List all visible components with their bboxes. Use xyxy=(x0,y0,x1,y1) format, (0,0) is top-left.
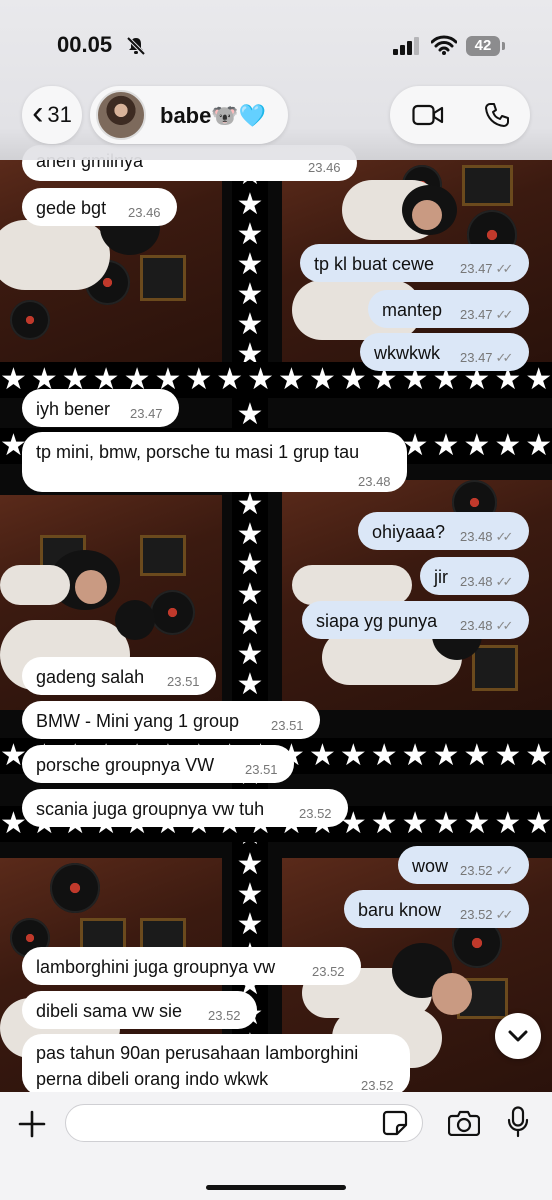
message-bubble-incoming[interactable]: pas tahun 90an perusahaan lamborghini pe… xyxy=(22,1034,410,1096)
read-receipt-icon: ✓✓ xyxy=(495,350,514,365)
message-time: 23.46 xyxy=(308,160,341,175)
message-bubble-outgoing[interactable]: wkwkwk 23.47 ✓✓ xyxy=(360,333,529,371)
message-text: gede bgt xyxy=(36,198,107,218)
unread-count: 31 xyxy=(47,102,72,127)
message-time: 23.52 xyxy=(460,907,493,922)
message-time: 23.52 xyxy=(208,1008,241,1023)
message-bubble-outgoing[interactable]: ohiyaaa? 23.48 ✓✓ xyxy=(358,512,529,550)
cellular-signal-icon xyxy=(393,37,419,55)
battery-indicator: 42 xyxy=(466,36,505,56)
read-receipt-icon: ✓✓ xyxy=(495,618,514,633)
message-time: 23.52 xyxy=(460,863,493,878)
message-time: 23.51 xyxy=(167,674,200,689)
message-input[interactable] xyxy=(65,1104,423,1142)
message-bubble-incoming[interactable]: porsche groupnya VW 23.51 xyxy=(22,745,294,783)
message-bubble-outgoing[interactable]: jir 23.48 ✓✓ xyxy=(420,557,529,595)
message-time: 23.47 xyxy=(460,350,493,365)
read-receipt-icon: ✓✓ xyxy=(495,907,514,922)
message-bubble-incoming[interactable]: tp mini, bmw, porsche tu masi 1 grup tau… xyxy=(22,432,407,492)
back-button[interactable]: ‹ 31 xyxy=(22,86,82,144)
message-text: ohiyaaa? xyxy=(372,522,446,542)
message-text: baru know xyxy=(358,900,442,920)
message-bubble-incoming[interactable]: scania juga groupnya vw tuh 23.52 xyxy=(22,789,348,827)
microphone-icon[interactable] xyxy=(507,1106,529,1138)
message-time: 23.48 xyxy=(460,618,493,633)
message-compose-bar xyxy=(0,1092,552,1200)
message-bubble-incoming[interactable]: gede bgt 23.46 xyxy=(22,188,177,226)
message-text: tp kl buat cewe xyxy=(314,254,435,274)
camera-icon[interactable] xyxy=(448,1110,480,1136)
message-time: 23.52 xyxy=(361,1078,394,1093)
wifi-icon xyxy=(431,35,457,55)
read-receipt-icon: ✓✓ xyxy=(495,574,514,589)
message-text: iyh bener xyxy=(36,399,111,419)
message-bubble-outgoing[interactable]: wow 23.52 ✓✓ xyxy=(398,846,529,884)
read-receipt-icon: ✓✓ xyxy=(495,261,514,276)
message-time: 23.52 xyxy=(299,806,332,821)
chat-header: 00.05 42 ‹ 31 babe🐨🩵 xyxy=(0,0,552,160)
message-text: pas tahun 90an perusahaan lamborghini pe… xyxy=(36,1043,359,1089)
read-receipt-icon: ✓✓ xyxy=(495,307,514,322)
sticker-icon[interactable] xyxy=(382,1110,408,1136)
message-bubble-incoming[interactable]: iyh bener 23.47 xyxy=(22,389,179,427)
message-text: jir xyxy=(434,567,448,587)
plus-icon[interactable] xyxy=(18,1110,46,1138)
message-time: 23.48 xyxy=(460,529,493,544)
contact-info-button[interactable]: babe🐨🩵 xyxy=(90,86,288,144)
message-time: 23.47 xyxy=(460,261,493,276)
message-text: tp mini, bmw, porsche tu masi 1 grup tau xyxy=(36,442,360,462)
phone-icon[interactable] xyxy=(484,102,510,128)
message-text: lamborghini juga groupnya vw xyxy=(36,957,276,977)
call-actions xyxy=(390,86,530,144)
read-receipt-icon: ✓✓ xyxy=(495,529,514,544)
avatar xyxy=(96,90,146,140)
message-time: 23.48 xyxy=(358,474,391,489)
message-time: 23.46 xyxy=(128,205,161,220)
message-bubble-incoming[interactable]: lamborghini juga groupnya vw 23.52 xyxy=(22,947,361,985)
message-bubble-incoming[interactable]: gadeng salah 23.51 xyxy=(22,657,216,695)
message-time: 23.47 xyxy=(130,406,163,421)
message-bubble-outgoing[interactable]: siapa yg punya 23.48 ✓✓ xyxy=(302,601,529,639)
message-bubble-outgoing[interactable]: mantep 23.47 ✓✓ xyxy=(368,290,529,328)
message-bubble-outgoing[interactable]: tp kl buat cewe 23.47 ✓✓ xyxy=(300,244,529,282)
read-receipt-icon: ✓✓ xyxy=(495,863,514,878)
message-text: BMW - Mini yang 1 group xyxy=(36,711,240,731)
message-text: wkwkwk xyxy=(374,343,440,363)
message-text: scania juga groupnya vw tuh xyxy=(36,799,265,819)
message-bubble-outgoing[interactable]: baru know 23.52 ✓✓ xyxy=(344,890,529,928)
message-text: gadeng salah xyxy=(36,667,145,687)
home-indicator xyxy=(206,1185,346,1190)
status-time: 00.05 xyxy=(57,32,113,57)
message-bubble-incoming[interactable]: dibeli sama vw sie 23.52 xyxy=(22,991,257,1029)
message-text: mantep xyxy=(382,300,443,320)
message-time: 23.48 xyxy=(460,574,493,589)
message-list[interactable]: anen gmilnya 23.46 gede bgt 23.46 tp kl … xyxy=(0,0,552,1096)
message-bubble-incoming[interactable]: BMW - Mini yang 1 group 23.51 xyxy=(22,701,320,739)
contact-name: babe🐨🩵 xyxy=(160,103,267,128)
message-text: porsche groupnya VW xyxy=(36,755,215,775)
message-text: siapa yg punya xyxy=(316,611,438,631)
video-camera-icon[interactable] xyxy=(412,104,444,126)
bell-slash-icon xyxy=(126,36,146,56)
chevron-left-icon: ‹ xyxy=(32,94,44,132)
message-text: dibeli sama vw sie xyxy=(36,1001,183,1021)
message-time: 23.51 xyxy=(245,762,278,777)
chevron-down-icon xyxy=(508,1030,528,1042)
scroll-to-bottom-button[interactable] xyxy=(495,1013,541,1059)
message-time: 23.52 xyxy=(312,964,345,979)
message-time: 23.47 xyxy=(460,307,493,322)
message-time: 23.51 xyxy=(271,718,304,733)
message-text: wow xyxy=(412,856,449,876)
